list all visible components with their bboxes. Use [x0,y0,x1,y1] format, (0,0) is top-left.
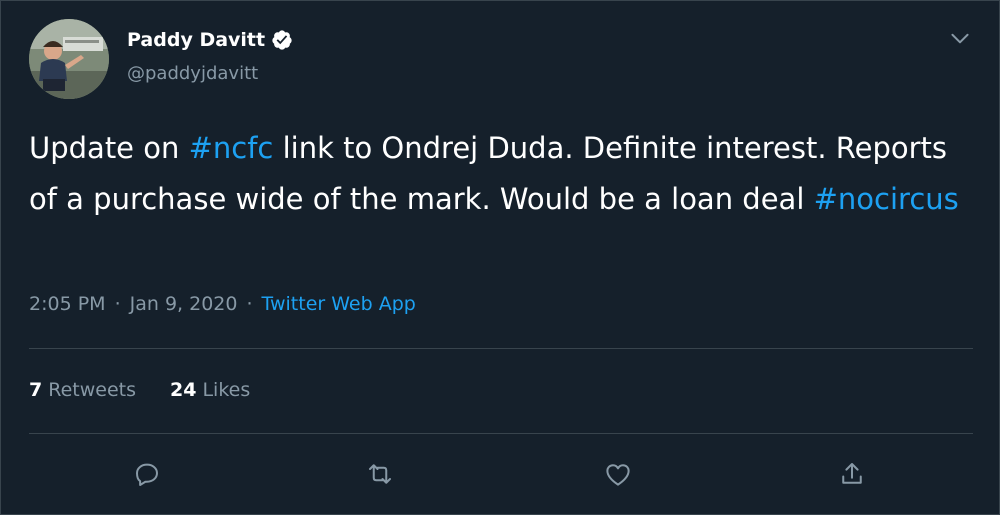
share-icon [842,463,862,484]
retweets-stat[interactable]: 7 Retweets [29,379,136,401]
like-button[interactable] [600,456,636,492]
retweets-label: Retweets [48,379,136,401]
share-button[interactable] [834,456,870,492]
meta-separator: · [114,293,121,315]
divider [29,433,973,434]
reply-icon [136,463,158,486]
hashtag-link[interactable]: #ncfc [189,131,274,165]
tweet-text-segment: Update on [29,131,189,165]
likes-stat[interactable]: 24 Likes [170,379,250,401]
like-icon [606,464,630,486]
likes-count: 24 [170,379,197,401]
tweet-text: Update on #ncfc link to Ondrej Duda. Def… [29,123,969,225]
verified-badge-icon [271,29,293,51]
tweet-stats: 7 Retweets 24 Likes [29,379,250,401]
divider [29,348,973,349]
chevron-down-icon[interactable] [947,25,973,51]
meta-separator: · [246,293,253,315]
reply-button[interactable] [129,456,165,492]
display-name[interactable]: Paddy Davitt [127,29,265,51]
retweets-count: 7 [29,379,43,401]
author-name-row[interactable]: Paddy Davitt [127,29,293,51]
tweet-source-link[interactable]: Twitter Web App [262,293,416,315]
tweet-time[interactable]: 2:05 PM [29,293,106,315]
retweet-button[interactable] [362,456,398,492]
likes-label: Likes [202,379,251,401]
avatar[interactable] [29,19,109,99]
tweet-metadata: 2:05 PM · Jan 9, 2020 · Twitter Web App [29,293,416,315]
retweet-icon [369,464,391,484]
hashtag-link[interactable]: #nocircus [814,182,959,216]
author-handle[interactable]: @paddyjdavitt [127,63,258,84]
tweet-card: Paddy Davitt @paddyjdavitt Update on #nc… [0,0,1000,515]
tweet-date[interactable]: Jan 9, 2020 [130,293,238,315]
avatar-photo [29,19,109,99]
